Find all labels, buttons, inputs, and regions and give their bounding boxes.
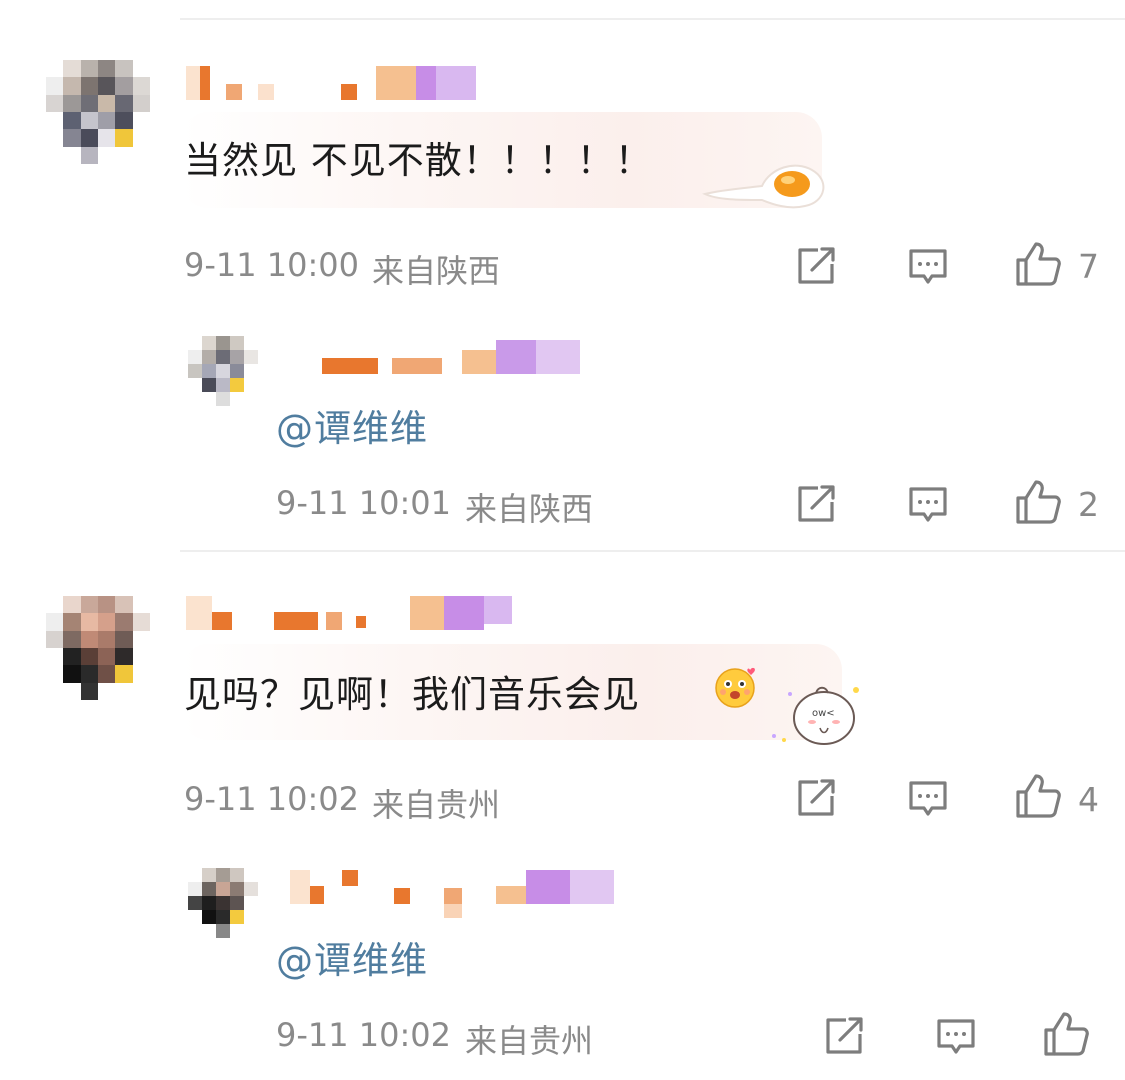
blushing-face-emoji [712,662,760,710]
thumbs-up-icon[interactable] [1014,772,1062,820]
thumbs-up-icon[interactable] [1014,240,1062,288]
comment-time: 9-11 10:00 [184,246,360,284]
comment-location: 来自贵州 [372,786,501,824]
share-icon[interactable] [794,482,838,526]
username[interactable] [186,66,486,100]
username[interactable] [322,340,582,374]
share-icon[interactable] [822,1014,866,1058]
comment-time: 9-11 10:02 [184,780,360,818]
comment-text: 见吗？见啊！我们音乐会见 [184,673,640,716]
comment-location: 来自贵州 [465,1022,594,1060]
share-icon[interactable] [794,776,838,820]
thumbs-up-icon[interactable] [1042,1010,1090,1058]
fried-egg-icon [700,150,830,210]
comment-icon[interactable] [906,482,950,526]
username[interactable] [290,870,620,918]
mention-link[interactable]: @谭维维 [276,930,428,984]
comment-icon[interactable] [906,776,950,820]
divider [180,18,1125,20]
avatar[interactable] [46,60,150,164]
comment-location: 来自陕西 [465,490,594,528]
like-count: 2 [1078,485,1099,524]
comment-icon[interactable] [906,244,950,288]
avatar[interactable] [188,868,258,938]
username[interactable] [186,596,516,630]
comment-time: 9-11 10:02 [276,1016,452,1054]
svg-text:ow<: ow< [812,708,835,719]
like-count: 4 [1078,780,1099,819]
cartoon-bun-sticker: ow< [760,676,864,746]
thumbs-up-icon[interactable] [1014,478,1062,526]
comment-location: 来自陕西 [372,252,501,290]
avatar[interactable] [46,596,150,700]
divider [180,550,1125,552]
comment-time: 9-11 10:01 [276,484,452,522]
mention-link[interactable]: @谭维维 [276,398,428,452]
comment-icon[interactable] [934,1014,978,1058]
like-count: 7 [1078,247,1099,286]
comment-text: 当然见 不见不散！！！！！ [184,139,653,182]
avatar[interactable] [188,336,258,406]
share-icon[interactable] [794,244,838,288]
